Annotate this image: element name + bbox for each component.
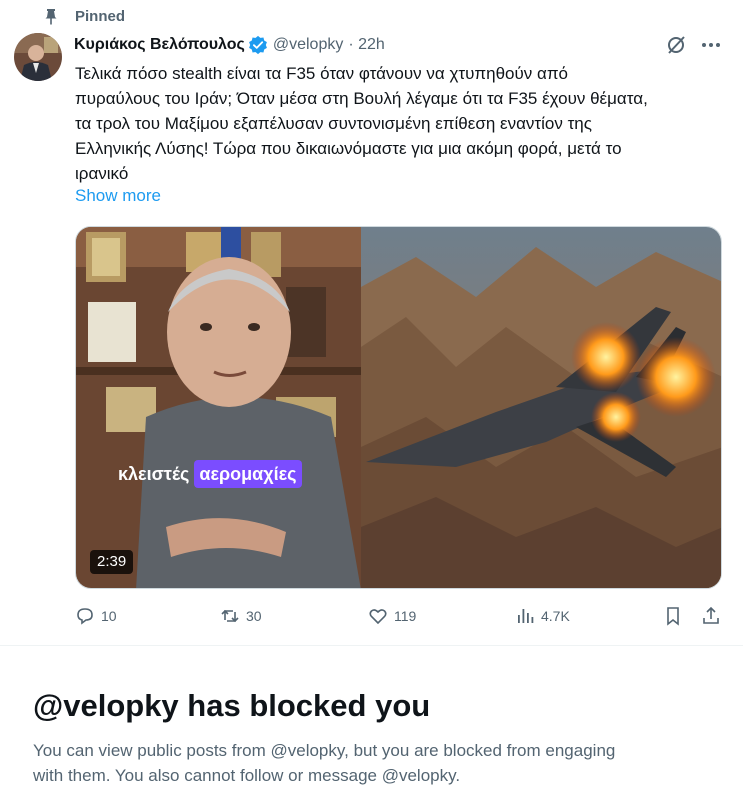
views-icon — [518, 609, 534, 623]
reply-count: 10 — [101, 608, 117, 624]
more-icon[interactable] — [700, 34, 722, 56]
avatar[interactable] — [14, 33, 62, 81]
reply-icon — [77, 608, 93, 625]
caption-text: κλειστές — [118, 463, 190, 484]
views-button[interactable]: 4.7K — [515, 606, 570, 626]
verified-badge-icon[interactable] — [248, 35, 268, 55]
divider — [0, 645, 743, 646]
blocked-description: You can view public posts from @velopky,… — [33, 738, 713, 788]
show-more-link[interactable]: Show more — [75, 186, 161, 206]
blocked-description-line: with them. You also cannot follow or mes… — [33, 766, 461, 785]
views-count: 4.7K — [541, 608, 570, 624]
tweet-text: Τελικά πόσο stealth είναι τα F35 όταν φτ… — [75, 61, 715, 186]
tweet-text-line: Ελληνικής Λύσης! Τώρα που δικαιωνόμαστε … — [75, 139, 622, 158]
tweet-actions: 10 30 119 4.7K — [75, 606, 725, 630]
blocked-description-line: You can view public posts from @velopky,… — [33, 741, 616, 760]
repost-button[interactable]: 30 — [220, 606, 262, 626]
timestamp[interactable]: · 22h — [348, 36, 384, 54]
reply-button[interactable]: 10 — [75, 606, 117, 626]
tweet-text-line: ιρανικό — [75, 164, 129, 183]
like-count: 119 — [394, 608, 417, 624]
share-icon — [703, 606, 719, 624]
repost-icon — [221, 609, 239, 623]
blocked-title: @velopky has blocked you — [33, 688, 431, 723]
pin-icon — [45, 9, 57, 25]
share-button[interactable] — [701, 606, 727, 626]
repost-count: 30 — [246, 608, 262, 624]
video-player[interactable] — [75, 226, 722, 589]
bookmark-icon — [667, 607, 679, 626]
author-handle[interactable]: @velopky — [273, 36, 344, 54]
video-duration-badge: 2:39 — [90, 550, 134, 574]
bookmark-button[interactable] — [663, 606, 689, 626]
pinned-label: Pinned — [75, 8, 126, 25]
author-name[interactable]: Κυριάκος Βελόπουλος — [74, 36, 245, 54]
grok-icon[interactable] — [665, 34, 687, 56]
like-button[interactable]: 119 — [368, 606, 416, 626]
tweet-text-line: τα τρολ του Μαξίμου εξαπέλυσαν συντονισμ… — [75, 114, 592, 133]
like-icon — [369, 609, 387, 625]
video-caption: κλειστές αερομαχίες — [118, 460, 302, 488]
tweet-text-line: Τελικά πόσο stealth είναι τα F35 όταν φτ… — [75, 64, 569, 83]
tweet-text-line: πυραύλους του Ιράν; Όταν μέσα στη Βουλή … — [75, 89, 648, 108]
caption-highlight: αερομαχίες — [194, 460, 302, 488]
tweet-header: Κυριάκος Βελόπουλος @velopky · 22h — [74, 33, 385, 57]
pinned-indicator: Pinned — [44, 6, 125, 28]
